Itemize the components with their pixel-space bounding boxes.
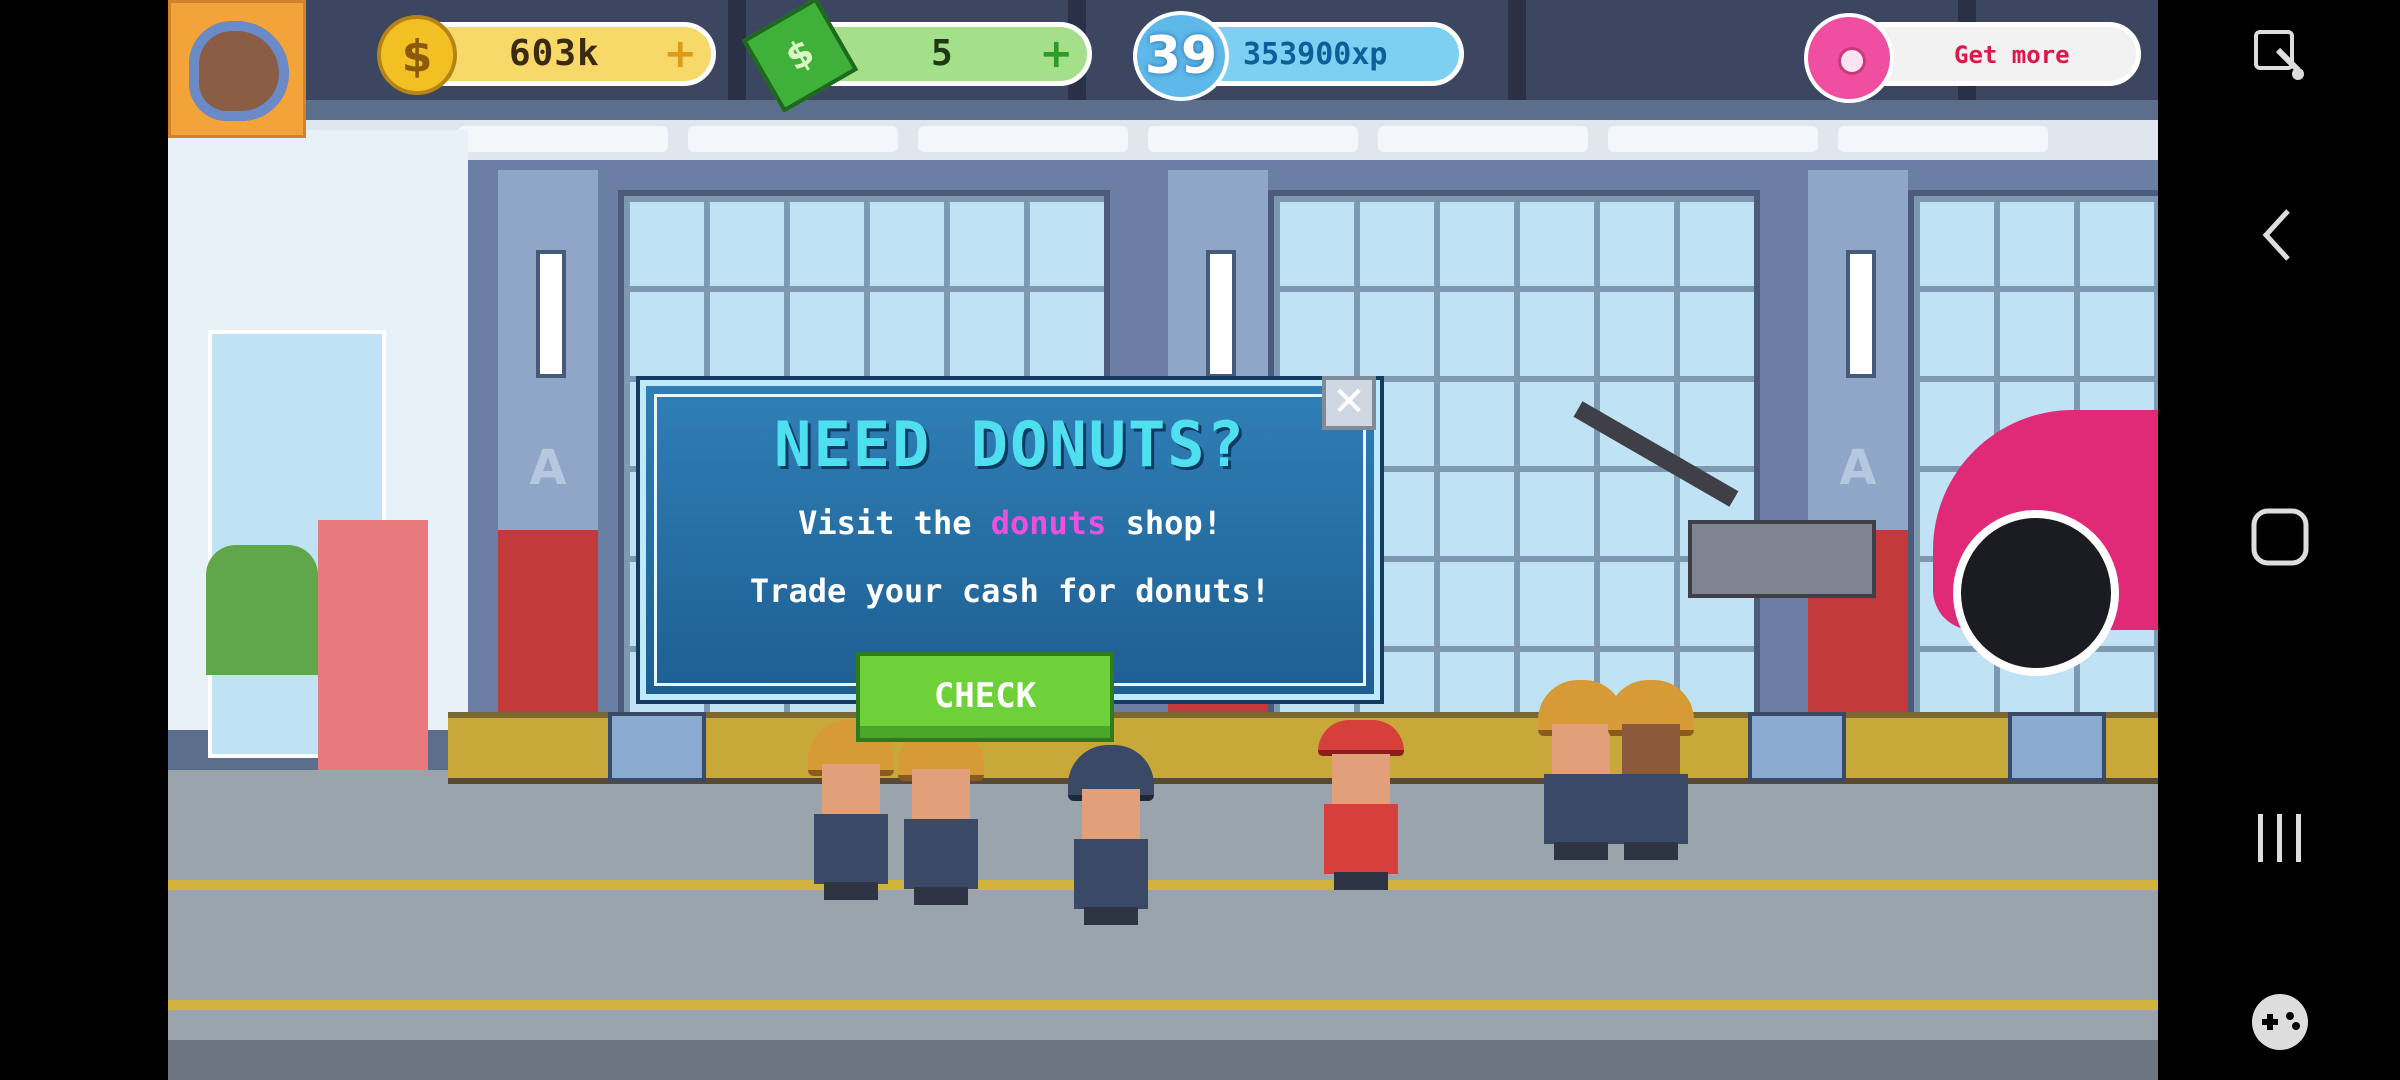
add-cash-button[interactable]: + <box>663 31 697 77</box>
worker[interactable] <box>1068 745 1154 925</box>
conveyor-cart <box>608 712 706 782</box>
xp-value: 353900xp <box>1243 37 1388 72</box>
worker[interactable] <box>1608 680 1694 860</box>
dollar-coin-icon: $ <box>377 15 457 95</box>
get-more-label: Get more <box>1954 41 2070 69</box>
bills-value: 5 <box>931 33 953 74</box>
donut-icon <box>1804 13 1894 103</box>
cash-value: 603k <box>509 33 600 74</box>
level-badge: 39 <box>1133 11 1229 101</box>
check-button[interactable]: CHECK <box>856 652 1114 742</box>
conveyor-cart <box>2008 712 2106 782</box>
back-icon[interactable] <box>2248 203 2312 267</box>
recents-icon[interactable] <box>2248 806 2312 870</box>
worker[interactable] <box>808 720 894 900</box>
get-more-donuts-button[interactable]: Get more <box>1804 13 2141 103</box>
home-icon[interactable] <box>2248 505 2312 569</box>
conveyor-cart <box>1748 712 1846 782</box>
avatar <box>189 21 289 121</box>
robot-arm <box>1538 400 1876 620</box>
donuts-highlight: donuts <box>990 504 1107 542</box>
close-dialog-button[interactable]: ✕ <box>1322 376 1376 430</box>
dialog-message-line1: Visit the donuts shop! <box>798 504 1222 542</box>
bush <box>206 545 318 675</box>
add-bills-button[interactable]: + <box>1039 31 1073 77</box>
worker[interactable] <box>898 725 984 905</box>
profile-avatar-button[interactable] <box>168 0 306 138</box>
dialog-title: NEED DONUTS? <box>774 408 1246 481</box>
xp-counter[interactable]: 39 353900xp <box>1133 11 1464 101</box>
factory-pillar: A <box>498 170 598 730</box>
factory-floor <box>168 770 2158 1080</box>
dialog-message-line2: Trade your cash for donuts! <box>749 572 1271 610</box>
manager[interactable] <box>1318 710 1404 890</box>
cash-counter[interactable]: $ 603k + <box>377 15 716 95</box>
left-wall-panel <box>318 520 428 810</box>
system-nav-bar <box>2158 0 2400 1080</box>
game-launcher-icon[interactable] <box>2248 990 2312 1054</box>
bills-counter[interactable]: $ 5 + <box>741 0 1092 113</box>
screenshot-tool-icon[interactable] <box>2248 24 2312 88</box>
